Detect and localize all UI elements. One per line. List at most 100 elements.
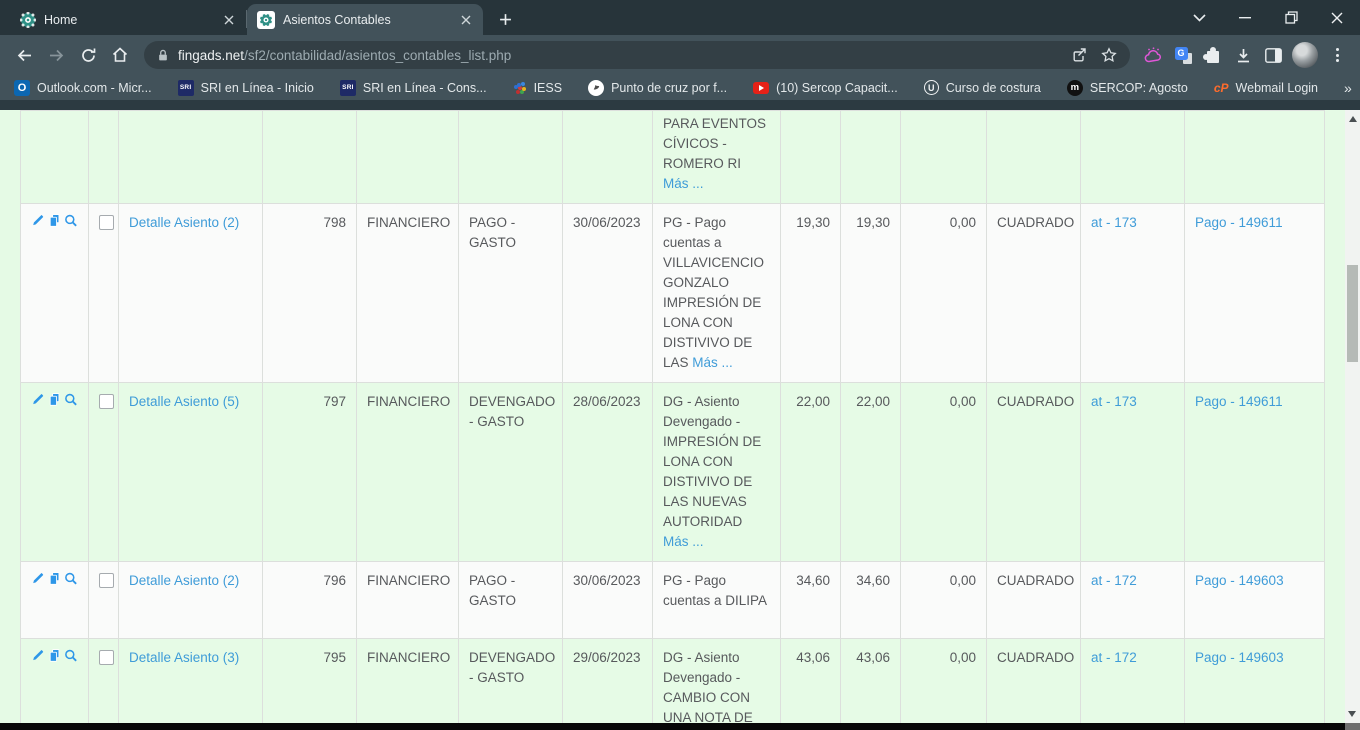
browser-window: Home Asientos Contables — [0, 0, 1360, 730]
copy-icon[interactable] — [48, 392, 62, 407]
asiento-number: 797 — [263, 383, 357, 562]
extensions-puzzle-icon[interactable] — [1198, 40, 1228, 70]
detalle-asiento-link[interactable]: Detalle Asiento (3) — [129, 650, 239, 665]
copy-icon[interactable] — [48, 648, 62, 663]
tab-close-icon[interactable] — [220, 11, 238, 29]
bookmark-punto-de-cruz[interactable]: Punto de cruz por f... — [588, 80, 727, 96]
row-checkbox[interactable] — [99, 394, 114, 409]
bookmark-star-icon[interactable] — [1094, 41, 1124, 69]
translate-icon[interactable]: G — [1168, 40, 1198, 70]
row-actions-cell — [21, 562, 89, 639]
forward-icon[interactable] — [40, 39, 72, 71]
detalle-asiento-link[interactable]: Detalle Asiento (5) — [129, 394, 239, 409]
scrollbar-thumb[interactable] — [1347, 265, 1358, 362]
tab-search-chevron-icon[interactable] — [1176, 0, 1222, 35]
row-checkbox[interactable] — [99, 573, 114, 588]
bookmark-curso-costura[interactable]: U Curso de costura — [924, 80, 1041, 95]
cross-stitch-icon — [588, 80, 604, 96]
copy-icon[interactable] — [48, 571, 62, 586]
restore-button[interactable] — [1268, 0, 1314, 35]
search-icon[interactable] — [64, 571, 78, 586]
tab-title: Asientos Contables — [283, 13, 449, 27]
cpanel-icon: cP — [1214, 81, 1229, 95]
bookmark-sri-consultas[interactable]: SRI SRI en Línea - Cons... — [340, 80, 487, 96]
close-button[interactable] — [1314, 0, 1360, 35]
minimize-button[interactable] — [1222, 0, 1268, 35]
tipo-cell: PAGO - GASTO — [459, 204, 563, 383]
description-cell: DG - Asiento Devengado - IMPRESIÓN DE LO… — [653, 383, 781, 562]
bookmark-sri-inicio[interactable]: SRI SRI en Línea - Inicio — [178, 80, 314, 96]
detalle-asiento-link[interactable]: Detalle Asiento (2) — [129, 573, 239, 588]
bookmark-outlook[interactable]: O Outlook.com - Micr... — [14, 80, 152, 96]
side-panel-icon[interactable] — [1258, 40, 1288, 70]
modulo-cell: FINANCIERO — [357, 639, 459, 730]
edit-pencil-icon[interactable] — [31, 571, 45, 586]
copy-icon[interactable] — [48, 213, 62, 228]
address-bar[interactable]: fingads.net/sf2/contabilidad/asientos_co… — [144, 41, 1130, 69]
pago-link[interactable]: Pago - 149603 — [1195, 650, 1284, 665]
bookmarks-bar: O Outlook.com - Micr... SRI SRI en Línea… — [0, 75, 1360, 100]
search-icon[interactable] — [64, 648, 78, 663]
url-text[interactable]: fingads.net/sf2/contabilidad/asientos_co… — [178, 48, 1064, 63]
menu-dots-icon[interactable] — [1322, 40, 1352, 70]
description-cell: PG - Pago cuentas a VILLAVICENCIO GONZAL… — [653, 204, 781, 383]
table-row: Detalle Asiento (2) 796 FINANCIERO PAGO … — [21, 562, 1325, 639]
share-icon[interactable] — [1064, 41, 1094, 69]
at-link[interactable]: at - 173 — [1091, 394, 1137, 409]
extension-cloud-icon[interactable] — [1138, 40, 1168, 70]
downloads-icon[interactable] — [1228, 40, 1258, 70]
tipo-cell: DEVENGADO - GASTO — [459, 639, 563, 730]
pago-link[interactable]: Pago - 149611 — [1195, 394, 1283, 409]
description-cell: PG - Pago cuentas a DILIPA — [653, 562, 781, 639]
scroll-up-icon[interactable] — [1349, 116, 1357, 122]
horizontal-scrollbar[interactable] — [0, 723, 1345, 730]
pago-link[interactable]: Pago - 149611 — [1195, 215, 1283, 230]
bookmark-sercop-youtube[interactable]: (10) Sercop Capacit... — [753, 81, 898, 95]
search-icon[interactable] — [64, 392, 78, 407]
tab-title: Home — [44, 13, 212, 27]
tipo-cell: PAGO - GASTO — [459, 562, 563, 639]
debe-cell: 19,30 — [781, 204, 841, 383]
more-link[interactable]: Más ... — [663, 534, 704, 549]
more-link[interactable]: Más ... — [663, 176, 704, 191]
bookmarks-overflow-chevron[interactable]: » — [1344, 80, 1352, 96]
row-checkbox[interactable] — [99, 215, 114, 230]
haber-cell: 19,30 — [841, 204, 901, 383]
home-icon[interactable] — [104, 39, 136, 71]
description-cell: PARA EVENTOS CÍVICOS - ROMERO RI Más ... — [653, 111, 781, 204]
tab-home[interactable]: Home — [10, 4, 246, 35]
row-actions-cell — [21, 111, 89, 204]
tab-close-icon[interactable] — [457, 11, 475, 29]
bookmark-iess[interactable]: IESS — [513, 81, 563, 95]
at-link[interactable]: at - 172 — [1091, 573, 1137, 588]
detalle-asiento-link[interactable]: Detalle Asiento (2) — [129, 215, 239, 230]
bookmark-webmail[interactable]: cP Webmail Login — [1214, 81, 1318, 95]
diferencia-cell: 0,00 — [901, 383, 987, 562]
iess-icon — [517, 83, 521, 87]
edit-pencil-icon[interactable] — [31, 392, 45, 407]
back-icon[interactable] — [8, 39, 40, 71]
asiento-number: 795 — [263, 639, 357, 730]
row-checkbox[interactable] — [99, 650, 114, 665]
diferencia-cell: 0,00 — [901, 562, 987, 639]
tab-asientos-contables[interactable]: Asientos Contables — [247, 4, 483, 35]
row-select-cell — [89, 639, 119, 730]
at-link[interactable]: at - 173 — [1091, 215, 1137, 230]
pago-link[interactable]: Pago - 149603 — [1195, 573, 1284, 588]
at-link[interactable]: at - 172 — [1091, 650, 1137, 665]
new-tab-button[interactable] — [491, 5, 519, 33]
edit-pencil-icon[interactable] — [31, 213, 45, 228]
diferencia-cell: 0,00 — [901, 204, 987, 383]
asiento-number: 798 — [263, 204, 357, 383]
row-actions-cell — [21, 383, 89, 562]
search-icon[interactable] — [64, 213, 78, 228]
bookmark-sercop-agosto[interactable]: m SERCOP: Agosto — [1067, 80, 1188, 96]
scroll-down-icon[interactable] — [1348, 711, 1356, 717]
diferencia-cell: 0,00 — [901, 639, 987, 730]
edit-pencil-icon[interactable] — [31, 648, 45, 663]
more-link[interactable]: Más ... — [692, 355, 733, 370]
profile-avatar[interactable] — [1292, 42, 1318, 68]
vertical-scrollbar[interactable] — [1345, 110, 1360, 723]
sri-icon: SRI — [178, 80, 194, 96]
reload-icon[interactable] — [72, 39, 104, 71]
